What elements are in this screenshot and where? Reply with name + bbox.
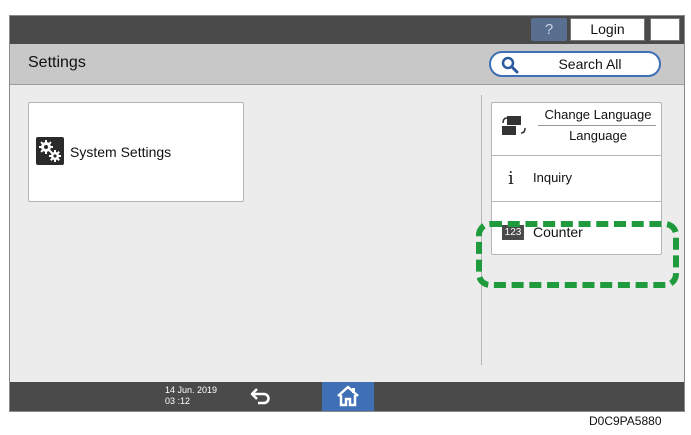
bottom-bar: 14 Jun. 2019 03 :12 (10, 382, 684, 411)
search-all-button[interactable]: Search All (489, 51, 661, 77)
language-icon (502, 116, 526, 135)
system-settings-button[interactable]: System Settings (28, 102, 244, 202)
home-button[interactable] (322, 382, 374, 411)
language-separator (538, 125, 656, 126)
row-divider (492, 201, 661, 202)
home-icon (337, 385, 359, 407)
date-time: 14 Jun. 2019 03 :12 (165, 385, 217, 407)
gear-icon (36, 137, 64, 165)
page-title: Settings (28, 54, 86, 71)
header-bar: Settings Search All (10, 44, 684, 85)
inquiry-button[interactable]: i Inquiry (492, 156, 661, 201)
device-screen: ? Login Settings Search All System Setti… (9, 15, 685, 412)
language-value: Language (569, 128, 627, 143)
time-text: 03 :12 (165, 396, 191, 406)
info-icon: i (508, 168, 514, 189)
back-button[interactable] (240, 384, 280, 409)
inquiry-highlight-frame (476, 221, 679, 288)
system-settings-label: System Settings (70, 144, 172, 160)
search-icon (501, 56, 519, 74)
back-arrow-icon (250, 388, 270, 405)
search-all-label: Search All (558, 56, 622, 72)
figure-code: D0C9PA5880 (589, 414, 662, 428)
top-status-bar: ? Login (10, 16, 684, 44)
change-language-label: Change Language (544, 107, 652, 122)
date-text: 14 Jun. 2019 (165, 385, 218, 395)
help-button[interactable]: ? (531, 18, 567, 41)
energy-saver-button[interactable] (650, 18, 680, 41)
inquiry-label: Inquiry (533, 170, 573, 185)
login-button[interactable]: Login (570, 18, 645, 41)
main-content: System Settings Change Language Language… (10, 85, 684, 382)
moon-icon (662, 23, 669, 37)
